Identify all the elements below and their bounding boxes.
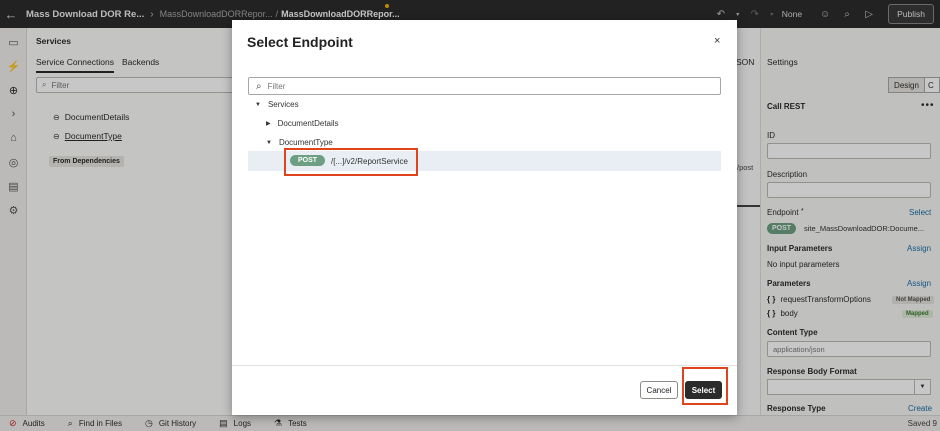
tree-node-label: DocumentType bbox=[278, 138, 333, 147]
tree-node-documenttype[interactable]: ▼ DocumentType bbox=[266, 138, 333, 147]
cancel-button[interactable]: Cancel bbox=[640, 381, 678, 399]
search-icon: ⌕ bbox=[256, 80, 262, 92]
select-highlight-box bbox=[682, 367, 728, 405]
tree-node-label: Services bbox=[267, 100, 299, 109]
dialog-filter: ⌕ bbox=[248, 77, 721, 95]
select-endpoint-dialog: Select Endpoint × ⌕ ▼ Services ▶ Documen… bbox=[232, 20, 737, 415]
tree-node-documentdetails[interactable]: ▶ DocumentDetails bbox=[266, 119, 339, 128]
tree-node-services[interactable]: ▼ Services bbox=[255, 100, 299, 109]
caret-right-icon: ▶ bbox=[266, 121, 271, 127]
close-icon[interactable]: × bbox=[714, 35, 720, 47]
caret-down-icon: ▼ bbox=[255, 101, 261, 108]
dialog-filter-input[interactable] bbox=[267, 81, 668, 91]
endpoint-highlight-box bbox=[284, 148, 418, 176]
tree-node-label: DocumentDetails bbox=[277, 119, 339, 128]
dialog-title: Select Endpoint bbox=[247, 34, 353, 50]
caret-down-icon: ▼ bbox=[266, 139, 272, 146]
